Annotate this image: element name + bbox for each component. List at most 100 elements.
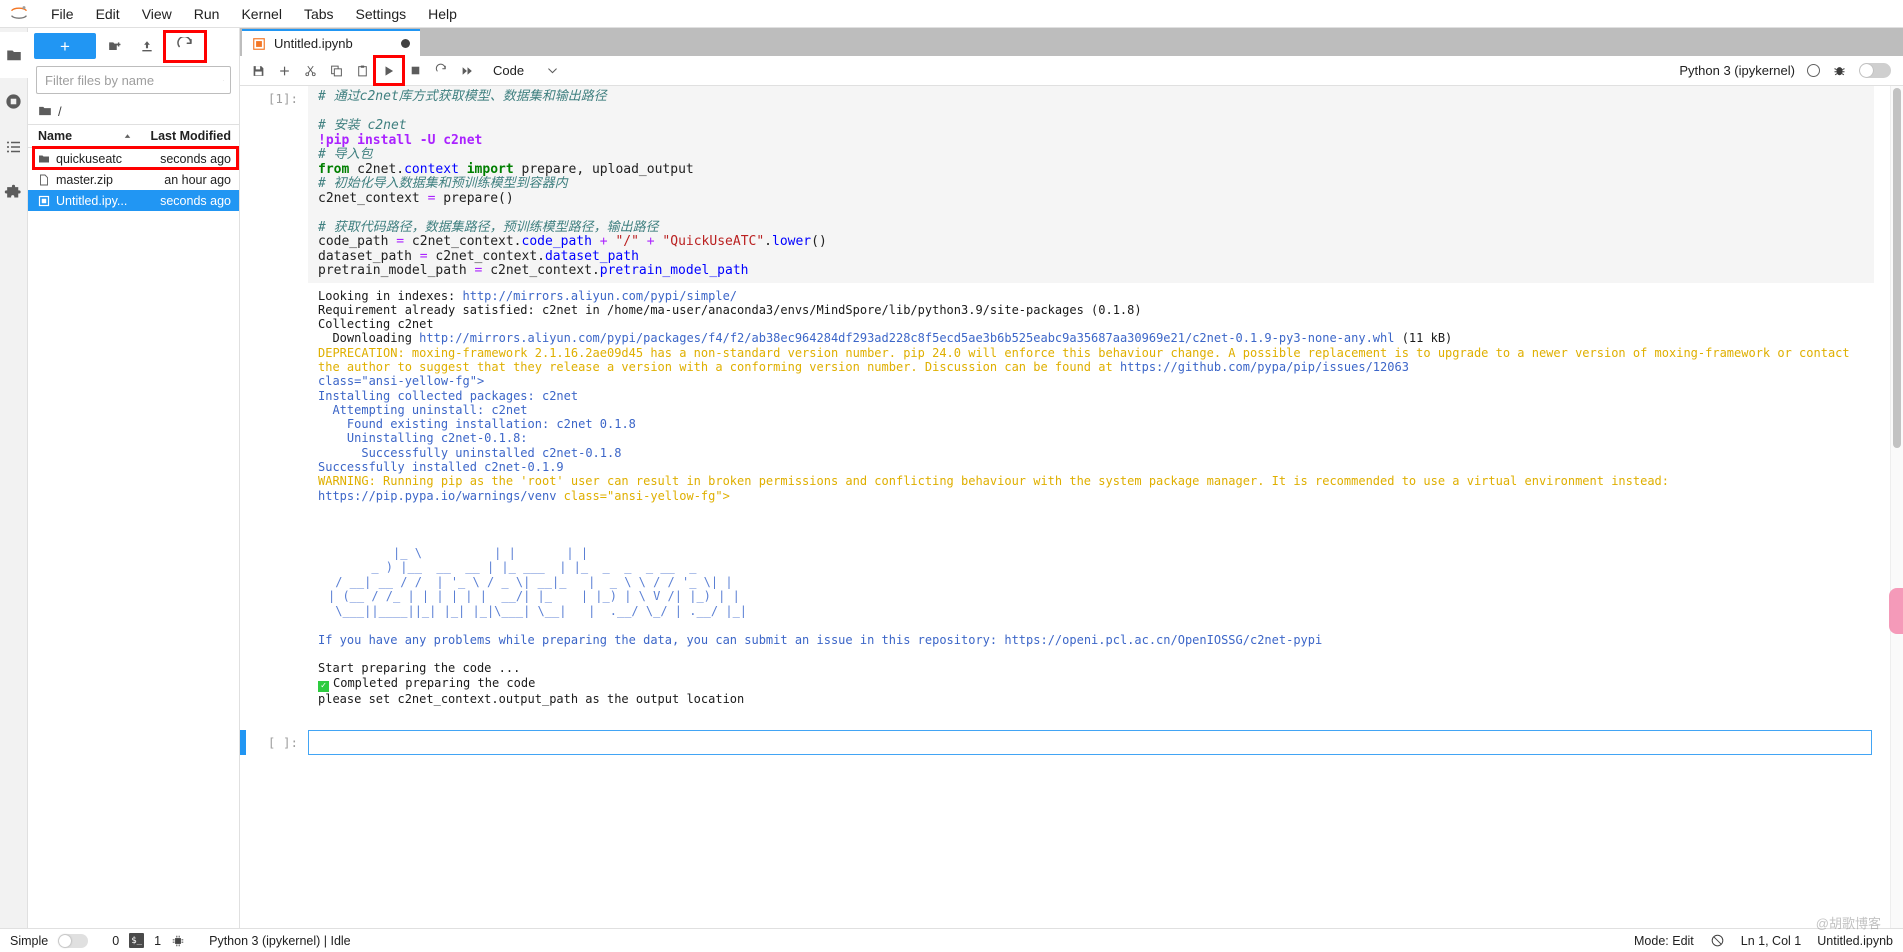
- menu-tabs[interactable]: Tabs: [293, 2, 345, 26]
- filter-files-input[interactable]: [43, 71, 223, 89]
- notebook-cell[interactable]: [1]: # 通过c2net库方式获取模型、数据集和输出路径 # 安装 c2net…: [240, 86, 1890, 283]
- status-bar: Simple 0 $_ 1 Python 3 (ipykernel) | Idl…: [0, 928, 1903, 952]
- text-run: # 获取代码路径，数据集路径，预训练模型路径，输出路径: [318, 219, 659, 235]
- menu-run[interactable]: Run: [183, 2, 231, 26]
- new-launcher-button[interactable]: +: [34, 33, 96, 59]
- sidebar-item-toc[interactable]: [0, 124, 28, 170]
- cell-prompt: [1]:: [267, 91, 298, 106]
- shield-off-icon[interactable]: [1710, 933, 1725, 948]
- output-line: If you have any problems while preparing…: [318, 633, 1870, 647]
- kernel-idle-circle-icon[interactable]: [1807, 64, 1820, 77]
- terminal-icon[interactable]: $_: [129, 933, 145, 948]
- text-run: If you have any problems while preparing…: [318, 632, 1005, 647]
- code-line: # 初始化导入数据集和预训练模型到容器内: [318, 176, 1866, 192]
- plus-icon: [280, 66, 289, 75]
- restart-run-all-button[interactable]: [455, 58, 480, 83]
- jupyter-logo-icon: [6, 2, 32, 26]
- text-run: http://mirrors.aliyun.com/pypi/packages/…: [419, 331, 1395, 346]
- sidebar-item-running[interactable]: [0, 78, 28, 124]
- notebook-cell[interactable]: [ ]:: [240, 729, 1890, 755]
- text-run: Successfully uninstalled c2net-0.1.8: [318, 445, 622, 460]
- text-run: Start preparing the code ...: [318, 661, 521, 676]
- file-filter-box[interactable]: [36, 66, 231, 94]
- menu-file[interactable]: File: [40, 2, 85, 26]
- menu-view[interactable]: View: [131, 2, 183, 26]
- tab-label: Untitled.ipynb: [274, 36, 353, 51]
- paste-cell-button[interactable]: [350, 58, 375, 83]
- tab-untitled-ipynb[interactable]: Untitled.ipynb: [242, 29, 420, 56]
- new-folder-button[interactable]: [102, 33, 128, 59]
- upload-files-button[interactable]: [134, 33, 160, 59]
- sidebar-item-extensions[interactable]: [0, 170, 28, 216]
- code-line: pretrain_model_path = c2net_context.pret…: [318, 263, 1866, 279]
- status-filename: Untitled.ipynb: [1817, 933, 1893, 948]
- text-run: [592, 234, 600, 249]
- folder-icon: [6, 50, 21, 61]
- code-line: # 获取代码路径，数据集路径，预训练模型路径，输出路径: [318, 219, 1866, 236]
- file-modified-label: seconds ago: [160, 193, 231, 208]
- notebook-icon: [253, 37, 265, 50]
- file-modified-label: seconds ago: [160, 151, 231, 166]
- cell-code-editor[interactable]: [308, 729, 1872, 755]
- text-run: context: [404, 161, 459, 177]
- play-icon: [385, 65, 394, 76]
- cell-type-dropdown[interactable]: Code: [493, 63, 559, 78]
- side-handle[interactable]: [1889, 588, 1903, 634]
- breadcrumb[interactable]: /: [28, 98, 239, 124]
- save-button[interactable]: [246, 58, 271, 83]
- text-run: c2net_context: [318, 190, 428, 206]
- text-run: please set c2net_context.output_path as …: [318, 691, 745, 706]
- interrupt-kernel-button[interactable]: [403, 58, 428, 83]
- kernel-name-label[interactable]: Python 3 (ipykernel): [1679, 63, 1795, 78]
- menu-edit[interactable]: Edit: [85, 2, 131, 26]
- text-run: +: [646, 234, 655, 249]
- debugger-toggle[interactable]: [1859, 63, 1891, 78]
- text-run: Looking in indexes:: [318, 288, 463, 303]
- sidebar-item-file-browser[interactable]: [0, 32, 28, 78]
- text-run: class="ansi-yellow-fg">: [556, 488, 730, 503]
- simple-mode-toggle[interactable]: [58, 933, 89, 948]
- simple-mode-label: Simple: [10, 933, 49, 948]
- menu-settings[interactable]: Settings: [345, 2, 418, 26]
- save-icon: [253, 65, 264, 76]
- run-cell-button[interactable]: [373, 55, 405, 86]
- file-list-item[interactable]: Untitled.ipy... seconds ago: [28, 190, 239, 211]
- output-line: Start preparing the code ...: [318, 661, 1870, 675]
- menu-kernel[interactable]: Kernel: [230, 2, 292, 26]
- notebook-scrollbar[interactable]: [1890, 86, 1903, 928]
- text-run: Successfully installed c2net-0.1.9: [318, 460, 564, 475]
- text-run: https://pip.pypa.io/warnings/venv: [318, 488, 557, 503]
- stop-circle-icon: [6, 93, 21, 109]
- code-line: dataset_path = c2net_context.dataset_pat…: [318, 249, 1866, 265]
- refresh-file-list-button[interactable]: [163, 29, 207, 63]
- file-browser-panel: + Filter files by name / Name Last Modif…: [28, 28, 240, 928]
- sort-asc-icon: [124, 133, 131, 138]
- copy-cell-button[interactable]: [324, 58, 349, 83]
- file-icon: [40, 174, 48, 185]
- file-list-item[interactable]: master.zip an hour ago: [28, 169, 239, 190]
- file-browser-toolbar: +: [28, 28, 239, 64]
- notebook-scrollbar-thumb[interactable]: [1893, 88, 1901, 448]
- check-mark-icon: ✓: [318, 680, 329, 692]
- cut-cell-button[interactable]: [298, 58, 323, 83]
- file-modified-label: an hour ago: [164, 172, 231, 187]
- text-run: from: [318, 161, 350, 177]
- file-list-item[interactable]: quickuseatc seconds ago: [28, 146, 239, 170]
- code-line: from c2net.context import prepare, uploa…: [318, 161, 1866, 178]
- bug-icon[interactable]: [1832, 63, 1847, 78]
- terminal-sessions-count[interactable]: 1: [154, 934, 161, 948]
- kernel-gear-icon[interactable]: [171, 934, 185, 948]
- breadcrumb-path: /: [58, 103, 62, 119]
- insert-cell-button[interactable]: [272, 58, 297, 83]
- cell-code-editor[interactable]: # 通过c2net库方式获取模型、数据集和输出路径 # 安装 c2net !pip…: [308, 86, 1874, 283]
- restart-kernel-button[interactable]: [429, 58, 454, 83]
- stop-square-icon: [411, 66, 420, 75]
- kernel-sessions-count[interactable]: 0: [112, 934, 119, 948]
- output-line: Downloading http://mirrors.aliyun.com/py…: [318, 331, 1870, 345]
- column-header-modified[interactable]: Last Modified: [139, 129, 239, 143]
- column-header-name[interactable]: Name: [28, 129, 139, 143]
- text-run: lower: [772, 234, 812, 249]
- text-run: +: [599, 234, 608, 249]
- menu-help[interactable]: Help: [417, 2, 468, 26]
